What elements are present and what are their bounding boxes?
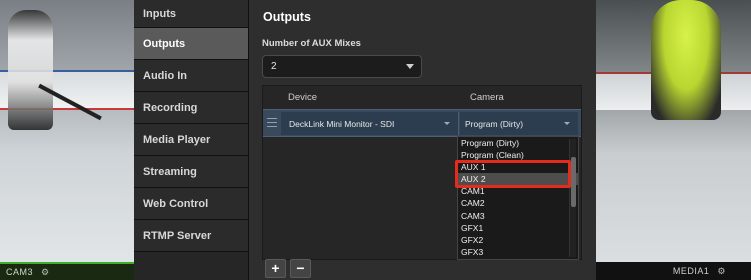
dropdown-scrollbar[interactable] xyxy=(569,139,576,257)
camera-name: MEDIA1 xyxy=(672,266,710,276)
sidebar-item-label: Outputs xyxy=(143,37,186,50)
dropdown-option[interactable]: CAM2 xyxy=(458,197,578,209)
dropdown-option[interactable]: CAM3 xyxy=(458,210,578,222)
page-title: Outputs xyxy=(263,10,311,24)
sidebar-item-label: Streaming xyxy=(143,165,197,178)
sidebar-item-streaming[interactable]: Streaming xyxy=(134,156,248,188)
camera-feed-right xyxy=(596,0,751,280)
column-header-device: Device xyxy=(288,92,318,103)
dropdown-option[interactable]: Program (Dirty) xyxy=(458,137,578,149)
aux-mixes-value: 2 xyxy=(271,61,277,72)
camera-feed-left xyxy=(0,0,135,280)
gear-icon[interactable]: ⚙ xyxy=(717,266,726,276)
settings-sidebar: Inputs Outputs Audio In Recording Media … xyxy=(134,0,249,280)
camera-value: Program (Dirty) xyxy=(465,119,524,129)
dropdown-option[interactable]: GFX3 xyxy=(458,246,578,258)
sidebar-item-label: Audio In xyxy=(143,69,187,82)
sidebar-item-label: Recording xyxy=(143,101,198,114)
table-row[interactable]: DeckLink Mini Monitor - SDI Program (Dir… xyxy=(263,109,581,137)
outputs-panel: Outputs Number of AUX Mixes 2 Device Cam… xyxy=(249,0,596,280)
device-select[interactable]: DeckLink Mini Monitor - SDI xyxy=(281,112,459,135)
annotation-highlight-box xyxy=(455,160,571,188)
sidebar-item-media-player[interactable]: Media Player xyxy=(134,124,248,156)
sidebar-item-label: RTMP Server xyxy=(143,229,212,242)
add-output-button[interactable]: + xyxy=(265,259,286,278)
chevron-down-icon xyxy=(406,64,414,69)
camera-select[interactable]: Program (Dirty) xyxy=(460,112,578,135)
remove-output-button[interactable]: − xyxy=(290,259,311,278)
camera-label-left[interactable]: CAM3 ⚙ xyxy=(0,262,134,280)
chevron-down-icon xyxy=(444,122,450,125)
dropdown-option[interactable]: GFX2 xyxy=(458,234,578,246)
hockey-player xyxy=(651,0,721,120)
dropdown-option[interactable]: GFX1 xyxy=(458,222,578,234)
sidebar-item-recording[interactable]: Recording xyxy=(134,92,248,124)
camera-name: CAM3 xyxy=(6,267,34,277)
camera-label-right[interactable]: MEDIA1 ⚙ xyxy=(596,262,751,280)
sidebar-item-label: Web Control xyxy=(143,197,209,210)
gear-icon[interactable]: ⚙ xyxy=(41,267,50,277)
sidebar-item-outputs[interactable]: Outputs xyxy=(134,28,248,60)
sidebar-item-label: Inputs xyxy=(143,7,176,20)
sidebar-item-rtmp-server[interactable]: RTMP Server xyxy=(134,220,248,252)
column-header-camera: Camera xyxy=(470,92,504,103)
hockey-player xyxy=(8,10,53,130)
aux-mixes-select[interactable]: 2 xyxy=(262,55,422,78)
drag-handle-icon[interactable] xyxy=(267,118,277,129)
chevron-down-icon xyxy=(564,122,570,125)
camera-dropdown-list[interactable]: Program (Dirty) Program (Clean) AUX 1 AU… xyxy=(457,136,579,260)
device-value: DeckLink Mini Monitor - SDI xyxy=(289,119,395,129)
aux-mixes-label: Number of AUX Mixes xyxy=(262,38,361,49)
sidebar-item-label: Media Player xyxy=(143,133,211,146)
sidebar-item-audio-in[interactable]: Audio In xyxy=(134,60,248,92)
sidebar-item-inputs[interactable]: Inputs xyxy=(134,0,248,28)
scrollbar-thumb[interactable] xyxy=(571,157,576,207)
sidebar-item-web-control[interactable]: Web Control xyxy=(134,188,248,220)
